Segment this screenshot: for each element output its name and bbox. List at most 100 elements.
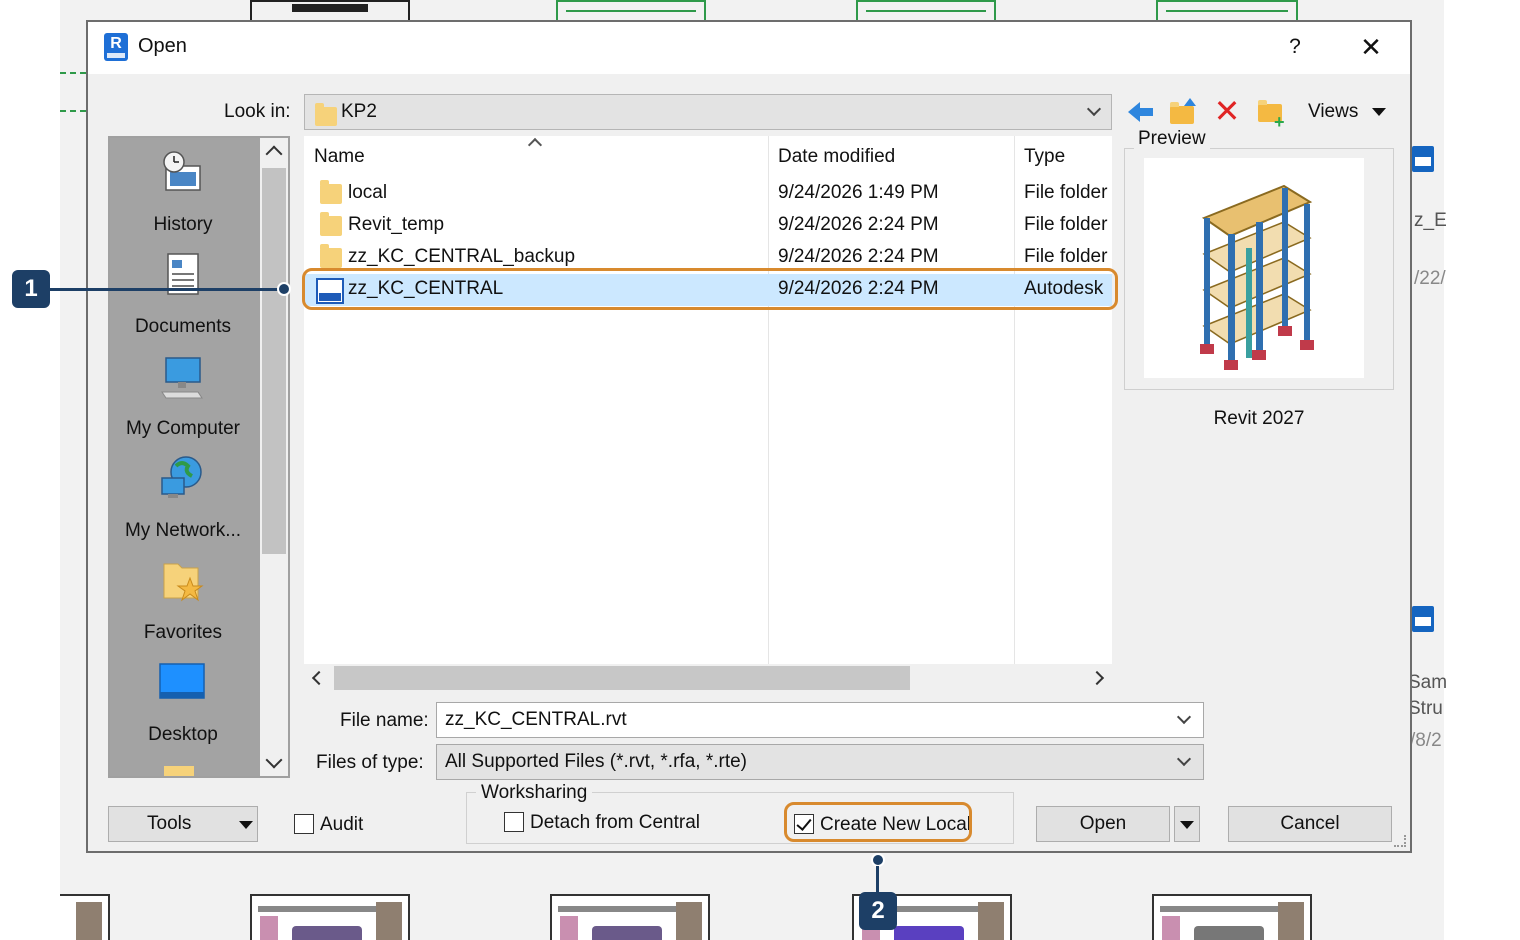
file-type: File folder bbox=[1024, 246, 1108, 267]
revit-app-icon: R bbox=[104, 33, 128, 61]
plus-icon: + bbox=[1274, 112, 1285, 132]
file-list-horizontal-scrollbar[interactable] bbox=[304, 664, 1112, 692]
detach-from-central-label[interactable]: Detach from Central bbox=[530, 812, 700, 834]
scroll-down-icon[interactable] bbox=[265, 751, 283, 769]
file-type: File folder bbox=[1024, 182, 1108, 203]
history-icon bbox=[163, 151, 201, 191]
detach-from-central-checkbox[interactable] bbox=[504, 812, 524, 832]
open-button[interactable]: Open bbox=[1036, 806, 1170, 842]
file-name: local bbox=[348, 182, 388, 203]
background-drawing-thumb bbox=[250, 0, 410, 22]
new-folder-icon[interactable]: + bbox=[1254, 94, 1288, 132]
place-history[interactable]: History bbox=[110, 138, 256, 240]
network-icon bbox=[161, 456, 202, 498]
chevron-down-icon bbox=[1176, 751, 1192, 767]
background-drawing-thumb bbox=[556, 0, 706, 22]
file-date: 9/24/2026 1:49 PM bbox=[778, 182, 939, 203]
callout-leader-dot bbox=[277, 282, 291, 296]
files-of-type-value: All Supported Files (*.rvt, *.rfa, *.rte… bbox=[445, 751, 747, 772]
delete-icon[interactable]: ✕ bbox=[1210, 94, 1244, 128]
place-label: My Network... bbox=[124, 520, 242, 541]
look-in-label: Look in: bbox=[224, 101, 291, 122]
favorites-icon bbox=[163, 563, 204, 602]
scroll-up-icon[interactable] bbox=[265, 145, 283, 163]
column-header-type[interactable]: Type bbox=[1024, 146, 1065, 168]
scroll-left-icon[interactable] bbox=[311, 670, 327, 686]
file-name-label: File name: bbox=[340, 710, 429, 731]
background-file-name: z_E bbox=[1414, 210, 1447, 231]
folder-icon bbox=[320, 212, 342, 236]
open-dialog: R Open ? ✕ Look in: KP2 ✕ + Views Histor… bbox=[86, 20, 1412, 853]
audit-label[interactable]: Audit bbox=[320, 814, 363, 836]
desktop-icon bbox=[159, 663, 205, 699]
title-bar[interactable]: R Open ? ✕ bbox=[88, 22, 1410, 74]
folder-icon bbox=[320, 180, 342, 204]
column-header-date[interactable]: Date modified bbox=[778, 146, 895, 168]
background-project-thumb bbox=[60, 894, 110, 940]
place-label: Documents bbox=[134, 316, 232, 337]
scrollbar-thumb[interactable] bbox=[262, 168, 286, 554]
sort-ascending-icon bbox=[527, 137, 543, 153]
background-file-date: /8/2 bbox=[1410, 730, 1442, 751]
place-label: My Computer bbox=[125, 418, 241, 439]
callout-highlight-selected-file bbox=[302, 268, 1118, 310]
column-header-name[interactable]: Name bbox=[314, 146, 365, 168]
background-project-thumb bbox=[1152, 894, 1312, 940]
scrollbar-thumb[interactable] bbox=[334, 666, 910, 690]
file-row-revit-temp[interactable]: Revit_temp 9/24/2026 2:24 PM File folder bbox=[304, 210, 1112, 242]
callout-badge-2: 2 bbox=[859, 892, 897, 930]
up-one-level-icon[interactable] bbox=[1166, 94, 1200, 128]
callout-badge-1: 1 bbox=[12, 270, 50, 308]
open-options-button[interactable] bbox=[1174, 806, 1200, 842]
audit-checkbox[interactable] bbox=[294, 814, 314, 834]
chevron-down-icon bbox=[1086, 101, 1102, 117]
place-my-computer[interactable]: My Computer bbox=[110, 342, 256, 444]
files-of-type-label: Files of type: bbox=[316, 752, 424, 773]
views-menu-button[interactable]: Views bbox=[1296, 96, 1386, 126]
file-row-local[interactable]: local 9/24/2026 1:49 PM File folder bbox=[304, 178, 1112, 210]
file-name-value: zz_KC_CENTRAL.rvt bbox=[445, 709, 627, 730]
background-file-name: Sam bbox=[1408, 672, 1448, 693]
views-label: Views bbox=[1308, 101, 1359, 122]
back-arrow-icon[interactable] bbox=[1124, 94, 1158, 128]
file-name-input[interactable]: zz_KC_CENTRAL.rvt bbox=[436, 702, 1204, 738]
background-project-thumb bbox=[250, 894, 410, 940]
look-in-dropdown[interactable]: KP2 bbox=[304, 94, 1112, 130]
file-list: Name Date modified Type local 9/24/2026 … bbox=[304, 136, 1112, 664]
dialog-title: Open bbox=[138, 35, 187, 57]
resize-grip-icon[interactable] bbox=[1394, 835, 1406, 847]
background-drawing-thumb bbox=[1156, 0, 1298, 22]
preview-label: Preview bbox=[1134, 128, 1210, 150]
callout-leader-dot bbox=[871, 853, 885, 867]
folder-icon bbox=[1170, 102, 1194, 124]
file-name: zz_KC_CENTRAL_backup bbox=[348, 246, 576, 267]
cancel-button[interactable]: Cancel bbox=[1228, 806, 1392, 842]
help-button[interactable]: ? bbox=[1280, 32, 1310, 62]
folder-icon bbox=[320, 244, 342, 268]
callout-highlight-create-new-local bbox=[784, 802, 972, 842]
place-label: Desktop bbox=[148, 724, 218, 745]
folder-icon bbox=[164, 766, 194, 776]
chevron-down-icon bbox=[1176, 709, 1192, 725]
background-project-thumb bbox=[550, 894, 710, 940]
place-desktop[interactable]: Desktop bbox=[110, 648, 256, 750]
file-name: Revit_temp bbox=[348, 214, 445, 235]
scroll-right-icon[interactable] bbox=[1089, 670, 1105, 686]
places-scrollbar[interactable] bbox=[260, 138, 288, 776]
place-documents[interactable]: Documents bbox=[110, 240, 256, 342]
dropdown-arrow-icon bbox=[1372, 108, 1386, 116]
rsa-file-icon bbox=[1412, 606, 1434, 632]
preview-image bbox=[1144, 158, 1364, 378]
look-in-value: KP2 bbox=[341, 101, 377, 122]
dropdown-arrow-icon bbox=[239, 821, 253, 829]
callout-leader-line bbox=[876, 866, 879, 892]
place-label: Favorites bbox=[143, 622, 223, 643]
place-label: History bbox=[153, 214, 213, 235]
files-of-type-dropdown[interactable]: All Supported Files (*.rvt, *.rfa, *.rte… bbox=[436, 744, 1204, 780]
building-model-preview bbox=[1200, 184, 1314, 370]
tools-button[interactable]: Tools bbox=[108, 806, 258, 842]
close-button[interactable]: ✕ bbox=[1354, 31, 1388, 63]
place-my-network[interactable]: My Network... bbox=[110, 444, 256, 546]
up-arrow-icon bbox=[1184, 98, 1196, 106]
place-favorites[interactable]: Favorites bbox=[110, 546, 256, 648]
